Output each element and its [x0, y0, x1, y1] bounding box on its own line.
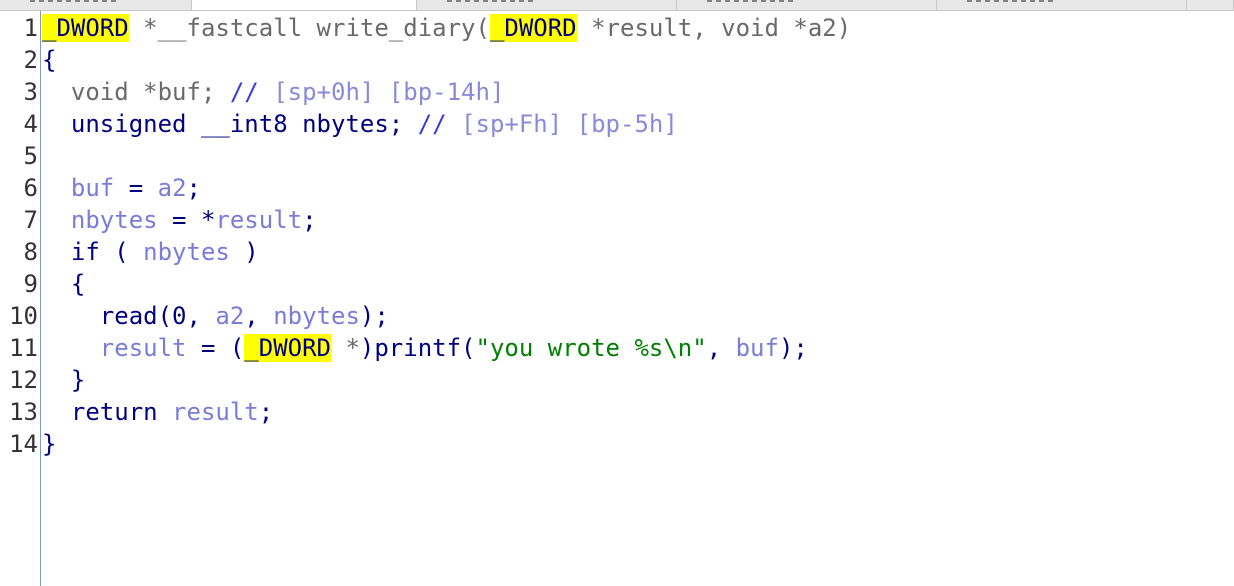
- code-token[interactable]: result: [100, 334, 187, 362]
- pseudocode-editor[interactable]: 1 _DWORD *__fastcall write_diary(_DWORD *…: [0, 11, 1234, 586]
- code-token[interactable]: ,: [244, 302, 273, 330]
- code-token[interactable]: return: [42, 398, 172, 426]
- code-text[interactable]: if ( nbytes ): [42, 236, 259, 268]
- code-token[interactable]: unsigned __int8 nbytes;: [42, 110, 418, 138]
- code-line[interactable]: 10 read(0, a2, nbytes);: [0, 300, 1234, 332]
- code-token[interactable]: {: [42, 270, 85, 298]
- code-line[interactable]: 13 return result;: [0, 396, 1234, 428]
- code-text[interactable]: buf = a2;: [42, 172, 201, 204]
- code-token[interactable]: *__fastcall write_diary(: [129, 14, 490, 42]
- line-number: 9: [23, 270, 38, 298]
- code-text[interactable]: nbytes = *result;: [42, 204, 317, 236]
- tab-4[interactable]: [677, 0, 937, 10]
- code-token[interactable]: =: [114, 174, 157, 202]
- code-token[interactable]: ,: [707, 334, 736, 362]
- code-text[interactable]: read(0, a2, nbytes);: [42, 300, 389, 332]
- line-number: 4: [23, 110, 38, 138]
- code-token[interactable]: }: [42, 430, 56, 458]
- code-token[interactable]: //: [418, 110, 461, 138]
- code-token[interactable]: a2: [158, 174, 187, 202]
- code-line[interactable]: 1 _DWORD *__fastcall write_diary(_DWORD *…: [0, 12, 1234, 44]
- code-text[interactable]: }: [42, 428, 56, 460]
- code-token[interactable]: ;: [259, 398, 273, 426]
- code-line[interactable]: 14}: [0, 428, 1234, 460]
- code-text[interactable]: return result;: [42, 396, 273, 428]
- code-token[interactable]: buf: [71, 174, 114, 202]
- code-token[interactable]: [42, 174, 71, 202]
- code-token[interactable]: nbytes: [273, 302, 360, 330]
- line-number: 6: [23, 174, 38, 202]
- line-number: 11: [9, 334, 38, 362]
- tab-2[interactable]: [192, 0, 417, 10]
- code-line[interactable]: 11 result = (_DWORD *)printf("you wrote …: [0, 332, 1234, 364]
- code-line[interactable]: 5: [0, 140, 1234, 172]
- code-token[interactable]: *result, void *a2): [577, 14, 851, 42]
- code-token[interactable]: a2: [215, 302, 244, 330]
- code-token[interactable]: nbytes: [143, 238, 230, 266]
- code-token[interactable]: }: [42, 366, 85, 394]
- code-token[interactable]: *: [331, 334, 359, 362]
- code-token[interactable]: [42, 206, 71, 234]
- code-token[interactable]: //: [230, 78, 273, 106]
- tab-6[interactable]: [1187, 0, 1234, 10]
- code-line[interactable]: 7 nbytes = *result;: [0, 204, 1234, 236]
- line-number: 14: [9, 430, 38, 458]
- line-number: 2: [23, 46, 38, 74]
- code-line[interactable]: 9 {: [0, 268, 1234, 300]
- highlighted-token[interactable]: _DWORD: [489, 14, 577, 42]
- code-token[interactable]: read(0,: [42, 302, 215, 330]
- code-token[interactable]: {: [42, 46, 56, 74]
- line-number: 5: [23, 142, 38, 170]
- tab-1[interactable]: [0, 0, 192, 10]
- code-token[interactable]: [sp+Fh] [bp-5h]: [461, 110, 678, 138]
- code-text[interactable]: void *buf; // [sp+0h] [bp-14h]: [42, 76, 505, 108]
- code-token[interactable]: );: [360, 302, 389, 330]
- code-token[interactable]: = *: [158, 206, 215, 234]
- code-text[interactable]: result = (_DWORD *)printf("you wrote %s\…: [42, 332, 808, 364]
- code-line[interactable]: 6 buf = a2;: [0, 172, 1234, 204]
- line-number: 12: [9, 366, 38, 394]
- code-token[interactable]: )printf(: [360, 334, 476, 362]
- highlighted-token[interactable]: _DWORD: [42, 14, 129, 42]
- code-token[interactable]: ;: [302, 206, 316, 234]
- code-token[interactable]: );: [779, 334, 808, 362]
- highlighted-token[interactable]: _DWORD: [244, 334, 331, 362]
- code-token[interactable]: "you wrote %s\n": [476, 334, 707, 362]
- tab-5[interactable]: [937, 0, 1187, 10]
- line-number: 10: [9, 302, 38, 330]
- line-number: 8: [23, 238, 38, 266]
- code-token[interactable]: = (: [187, 334, 244, 362]
- line-number: 7: [23, 206, 38, 234]
- code-token[interactable]: buf: [736, 334, 779, 362]
- code-line[interactable]: 12 }: [0, 364, 1234, 396]
- code-text[interactable]: unsigned __int8 nbytes; // [sp+Fh] [bp-5…: [42, 108, 678, 140]
- line-number: 1: [23, 14, 38, 42]
- code-token[interactable]: [sp+0h] [bp-14h]: [273, 78, 504, 106]
- code-token[interactable]: void *buf;: [42, 78, 230, 106]
- line-number: 3: [23, 78, 38, 106]
- code-token[interactable]: [42, 334, 100, 362]
- line-number: 13: [9, 398, 38, 426]
- tab-bar: [0, 0, 1234, 11]
- code-token[interactable]: ;: [187, 174, 201, 202]
- tab-3[interactable]: [417, 0, 677, 10]
- code-text[interactable]: {: [42, 268, 85, 300]
- code-line[interactable]: 2{: [0, 44, 1234, 76]
- code-token[interactable]: nbytes: [71, 206, 158, 234]
- code-token[interactable]: ): [230, 238, 258, 266]
- code-text[interactable]: {: [42, 44, 56, 76]
- code-line[interactable]: 3 void *buf; // [sp+0h] [bp-14h]: [0, 76, 1234, 108]
- code-token[interactable]: result: [215, 206, 302, 234]
- code-line[interactable]: 4 unsigned __int8 nbytes; // [sp+Fh] [bp…: [0, 108, 1234, 140]
- code-line[interactable]: 8 if ( nbytes ): [0, 236, 1234, 268]
- code-text[interactable]: _DWORD *__fastcall write_diary(_DWORD *r…: [42, 12, 851, 44]
- code-token[interactable]: if (: [42, 238, 143, 266]
- code-text[interactable]: }: [42, 364, 85, 396]
- code-token[interactable]: result: [172, 398, 259, 426]
